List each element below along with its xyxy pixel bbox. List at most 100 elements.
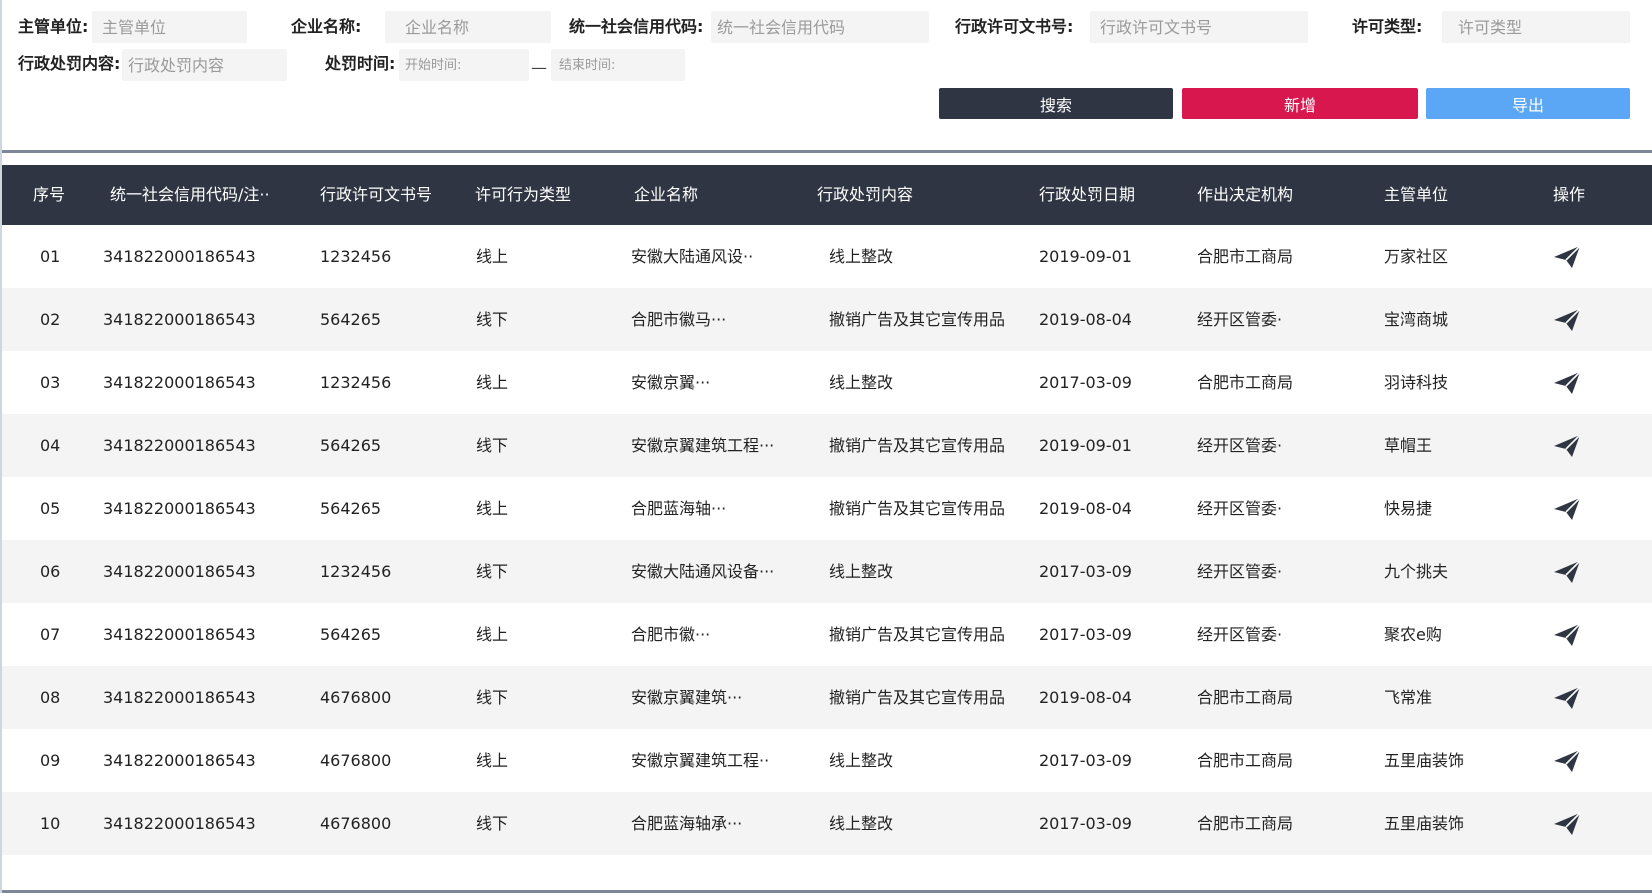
cell-permit-number: 4676800	[320, 688, 392, 707]
header-index: 序号	[33, 185, 66, 204]
permit-type-input[interactable]	[1442, 11, 1630, 43]
cell-permit-number: 564265	[320, 625, 382, 644]
dept-label: 主管单位:	[18, 17, 89, 36]
header-permit-number: 行政许可文书号	[320, 185, 433, 204]
range-separator: —	[531, 58, 547, 77]
cell-penalty-content: 撤销广告及其它宣传用品	[829, 436, 1006, 455]
cell-penalty-content: 撤销广告及其它宣传用品	[829, 499, 1006, 518]
cell-penalty-date: 2017-03-09	[1039, 373, 1132, 392]
penalty-table: 序号 统一社会信用代码/注·· 行政许可文书号 许可行为类型 企业名称 行政处罚…	[2, 165, 1652, 855]
header-penalty-content: 行政处罚内容	[817, 185, 914, 204]
penalty-time-label: 处罚时间:	[325, 54, 396, 73]
cell-company: 安徽京翼建筑···	[631, 688, 743, 707]
cell-penalty-date: 2017-03-09	[1039, 814, 1132, 833]
cell-penalty-content: 撤销广告及其它宣传用品	[829, 625, 1006, 644]
cell-company: 安徽大陆通风设··	[631, 247, 754, 266]
cell-penalty-date: 2019-08-04	[1039, 499, 1132, 518]
table-body: 01 341822000186543 1232456 线上 安徽大陆通风设·· 线上整改 2…	[2, 225, 1652, 855]
cell-credit-code: 341822000186543	[103, 436, 256, 455]
credit-code-label: 统一社会信用代码:	[569, 17, 704, 36]
paper-plane-icon[interactable]	[1552, 244, 1582, 270]
cell-penalty-content: 线上整改	[829, 814, 894, 833]
cell-penalty-content: 线上整改	[829, 751, 894, 770]
end-time-input[interactable]	[551, 49, 685, 81]
credit-code-input[interactable]	[711, 11, 929, 43]
header-penalty-date: 行政处罚日期	[1039, 185, 1136, 204]
cell-permit-type: 线上	[476, 625, 509, 644]
cell-company: 合肥市徽···	[631, 625, 711, 644]
cell-index: 06	[40, 562, 61, 581]
cell-credit-code: 341822000186543	[103, 688, 256, 707]
table-row: 08 341822000186543 4676800 线下 安徽京翼建筑··· 撤销广告及…	[2, 666, 1652, 729]
cell-penalty-date: 2017-03-09	[1039, 625, 1132, 644]
cell-authority: 经开区管委·	[1197, 436, 1283, 455]
cell-index: 01	[40, 247, 61, 266]
paper-plane-icon[interactable]	[1552, 748, 1582, 774]
paper-plane-icon[interactable]	[1552, 307, 1582, 333]
table-row: 10 341822000186543 4676800 线下 合肥蓝海轴承··· 线上整改 2…	[2, 792, 1652, 855]
cell-index: 03	[40, 373, 61, 392]
table-row: 09 341822000186543 4676800 线上 安徽京翼建筑工程·· 线上整改…	[2, 729, 1652, 792]
cell-index: 05	[40, 499, 61, 518]
cell-department: 宝湾商城	[1384, 310, 1449, 329]
cell-department: 快易捷	[1384, 499, 1433, 518]
cell-company: 合肥蓝海轴承···	[631, 814, 743, 833]
cell-company: 合肥蓝海轴···	[631, 499, 727, 518]
cell-penalty-date: 2017-03-09	[1039, 751, 1132, 770]
cell-index: 04	[40, 436, 61, 455]
start-time-input[interactable]	[399, 49, 529, 81]
paper-plane-icon[interactable]	[1552, 496, 1582, 522]
cell-company: 安徽大陆通风设备···	[631, 562, 775, 581]
company-input[interactable]	[385, 11, 551, 43]
search-button[interactable]: 搜索	[939, 88, 1173, 119]
cell-penalty-content: 撤销广告及其它宣传用品	[829, 688, 1006, 707]
dept-input[interactable]	[92, 11, 247, 43]
cell-permit-type: 线上	[476, 373, 509, 392]
cell-authority: 合肥市工商局	[1197, 814, 1294, 833]
cell-penalty-date: 2019-09-01	[1039, 247, 1132, 266]
paper-plane-icon[interactable]	[1552, 685, 1582, 711]
cell-authority: 合肥市工商局	[1197, 373, 1294, 392]
penalty-content-input[interactable]	[122, 49, 287, 81]
cell-permit-type: 线上	[476, 247, 509, 266]
permit-number-input[interactable]	[1090, 11, 1308, 43]
table-row: 04 341822000186543 564265 线下 安徽京翼建筑工程··· 撤销广告…	[2, 414, 1652, 477]
header-permit-type: 许可行为类型	[475, 185, 572, 204]
cell-department: 聚农e购	[1384, 625, 1442, 644]
cell-permit-type: 线下	[476, 310, 509, 329]
cell-penalty-date: 2019-08-04	[1039, 688, 1132, 707]
cell-permit-number: 564265	[320, 436, 382, 455]
table-row: 01 341822000186543 1232456 线上 安徽大陆通风设·· 线上整改 2…	[2, 225, 1652, 288]
cell-company: 合肥市徽马···	[631, 310, 727, 329]
cell-permit-type: 线下	[476, 562, 509, 581]
cell-authority: 经开区管委·	[1197, 625, 1283, 644]
paper-plane-icon[interactable]	[1552, 622, 1582, 648]
cell-department: 五里庙装饰	[1384, 751, 1465, 770]
cell-permit-type: 线上	[476, 751, 509, 770]
cell-authority: 合肥市工商局	[1197, 688, 1294, 707]
cell-permit-number: 4676800	[320, 751, 392, 770]
cell-permit-number: 1232456	[320, 562, 392, 581]
paper-plane-icon[interactable]	[1552, 433, 1582, 459]
cell-index: 08	[40, 688, 61, 707]
export-button[interactable]: 导出	[1426, 88, 1630, 119]
table-row: 07 341822000186543 564265 线上 合肥市徽··· 撤销广告及其它宣…	[2, 603, 1652, 666]
cell-permit-type: 线上	[476, 499, 509, 518]
penalty-content-label: 行政处罚内容:	[18, 54, 121, 73]
table-row: 03 341822000186543 1232456 线上 安徽京翼··· 线上整改 201…	[2, 351, 1652, 414]
paper-plane-icon[interactable]	[1552, 370, 1582, 396]
cell-permit-number: 4676800	[320, 814, 392, 833]
cell-authority: 经开区管委·	[1197, 562, 1283, 581]
company-label: 企业名称:	[291, 17, 362, 36]
cell-company: 安徽京翼建筑工程··	[631, 751, 770, 770]
cell-credit-code: 341822000186543	[103, 247, 256, 266]
cell-index: 02	[40, 310, 61, 329]
add-button[interactable]: 新增	[1182, 88, 1418, 119]
cell-department: 九个挑夫	[1384, 562, 1449, 581]
cell-credit-code: 341822000186543	[103, 751, 256, 770]
paper-plane-icon[interactable]	[1552, 559, 1582, 585]
cell-permit-number: 564265	[320, 310, 382, 329]
paper-plane-icon[interactable]	[1552, 811, 1582, 837]
cell-company: 安徽京翼···	[631, 373, 711, 392]
cell-department: 五里庙装饰	[1384, 814, 1465, 833]
